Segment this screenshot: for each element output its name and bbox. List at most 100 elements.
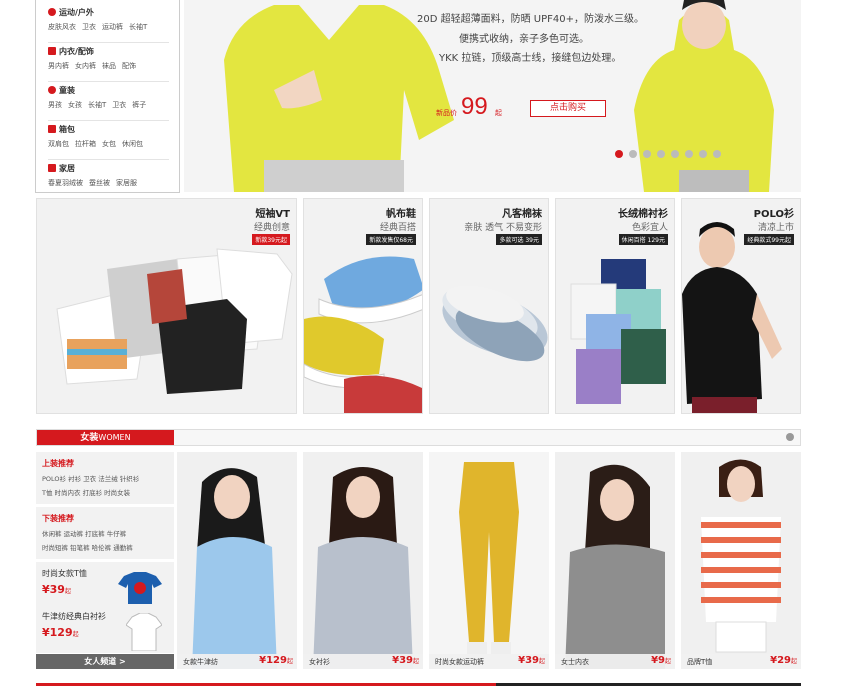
category-link[interactable]: 双肩包: [48, 139, 69, 149]
carousel-dot[interactable]: [713, 150, 721, 158]
carousel-dot[interactable]: [685, 150, 693, 158]
category-link[interactable]: 女包: [102, 139, 116, 149]
card-name[interactable]: 时尚女款运动裤: [435, 657, 484, 667]
underwear-icon: [48, 47, 56, 55]
card-name[interactable]: 女士内衣: [561, 657, 589, 667]
hero-banner[interactable]: 20D 超轻超薄面料，防晒 UPF40+，防泼水三级。 便携式收纳，亲子多色可选…: [184, 0, 801, 192]
category-link[interactable]: 裤子: [132, 100, 146, 110]
carousel-dots: [615, 150, 721, 158]
card-name[interactable]: 女款牛津纺: [183, 657, 218, 667]
card-price: ¥9起: [651, 655, 671, 666]
buy-now-button[interactable]: 点击购买: [530, 100, 606, 117]
carousel-dot[interactable]: [699, 150, 707, 158]
category-link[interactable]: 男内裤: [48, 61, 69, 71]
promo-tshirt[interactable]: 时尚女款T恤 ¥39起: [36, 562, 174, 610]
category-link[interactable]: 休闲包: [122, 139, 143, 149]
product-card-polo[interactable]: POLO衫 清凉上市 经典款式99元起: [681, 198, 801, 414]
card-name[interactable]: 品牌T恤: [687, 657, 712, 667]
white-shirt-thumbnail: [126, 613, 162, 651]
women-channel-button[interactable]: 女人频道 >: [36, 654, 174, 669]
promo-white-shirt[interactable]: 牛津纺经典白衬衫 ¥129起: [36, 605, 174, 653]
product-subtitle: 色彩宜人: [631, 223, 668, 233]
product-subtitle: 亲肤 透气 不易变形: [464, 223, 542, 233]
category-link[interactable]: 女内裤: [75, 61, 96, 71]
child-yellow-jacket-image: [624, 0, 784, 192]
category-title[interactable]: 运动/户外: [48, 6, 169, 18]
category-title[interactable]: 箱包: [48, 123, 169, 135]
category-link[interactable]: 卫衣: [82, 22, 96, 32]
carousel-dot[interactable]: [657, 150, 665, 158]
category-title[interactable]: 家居: [48, 162, 169, 174]
category-link[interactable]: 男孩: [48, 100, 62, 110]
women-side-panel: 上装推荐 POLO衫 衬衫 卫衣 法兰绒 针织衫 T恤 时尚内衣 打底衫 时尚女…: [36, 452, 174, 669]
carousel-dot[interactable]: [671, 150, 679, 158]
category-underwear[interactable]: 内衣/配饰 男内裤 女内裤 袜品 配饰: [48, 43, 169, 82]
model-grey-shirt-image: [303, 452, 423, 669]
carousel-dot[interactable]: [629, 150, 637, 158]
product-title[interactable]: 凡客棉袜: [502, 205, 542, 220]
product-title[interactable]: POLO衫: [754, 205, 794, 220]
category-link[interactable]: 卫衣: [112, 100, 126, 110]
more-icon[interactable]: [786, 433, 794, 441]
card-caption: 女款牛津纺 ¥129起: [177, 654, 297, 669]
category-menu: 运动/户外 皮肤风衣 卫衣 运动裤 长袖T 内衣/配饰 男内裤 女内裤 袜品 配…: [35, 0, 180, 193]
category-link[interactable]: 长袖T: [88, 100, 106, 110]
women-section-label[interactable]: 女装WOMEN: [37, 430, 174, 445]
product-tag: 休闲百搭 129元: [618, 234, 668, 245]
top-recommend-links[interactable]: POLO衫 衬衫 卫衣 法兰绒 针织衫: [42, 473, 174, 483]
category-link[interactable]: 皮肤风衣: [48, 22, 76, 32]
home-icon: [48, 164, 56, 172]
top-recommend-title[interactable]: 上装推荐: [42, 458, 174, 469]
product-subtitle: 经典百搭: [379, 223, 416, 233]
women-product-card[interactable]: 品牌T恤 ¥29起: [681, 452, 801, 669]
women-product-card[interactable]: 女士内衣 ¥9起: [555, 452, 675, 669]
product-card-socks[interactable]: 凡客棉袜 亲肤 透气 不易变形 多款可选 39元: [429, 198, 549, 414]
bottom-recommend-links[interactable]: 休闲裤 运动裤 打底裤 牛仔裤: [42, 528, 174, 538]
category-title[interactable]: 童装: [48, 84, 169, 96]
product-card-tshirt[interactable]: 短袖VT 经典创意 新款39元起: [36, 198, 297, 414]
product-title[interactable]: 短袖VT: [255, 205, 290, 220]
model-blue-shirt-image: [177, 452, 297, 669]
category-bags[interactable]: 箱包 双肩包 拉杆箱 女包 休闲包: [48, 121, 169, 160]
category-link[interactable]: 袜品: [102, 61, 116, 71]
banner-price: 99: [461, 93, 488, 120]
product-subtitle: 清凉上市: [757, 223, 794, 233]
category-link[interactable]: 长袖T: [129, 22, 147, 32]
women-product-card[interactable]: 时尚女款运动裤 ¥39起: [429, 452, 549, 669]
women-product-card[interactable]: 女款牛津纺 ¥129起: [177, 452, 297, 669]
bottom-recommend-block: 下装推荐 休闲裤 运动裤 打底裤 牛仔裤 时尚短裤 铅笔裤 哈伦裤 通勤裤: [36, 507, 174, 559]
category-home[interactable]: 家居 春夏羽绒被 蚕丝被 家居服: [48, 160, 169, 199]
category-link[interactable]: 春夏羽绒被: [48, 178, 83, 188]
category-link[interactable]: 蚕丝被: [89, 178, 110, 188]
card-price: ¥29起: [770, 655, 797, 666]
category-link[interactable]: 配饰: [122, 61, 136, 71]
category-link[interactable]: 运动裤: [102, 22, 123, 32]
card-price: ¥129起: [259, 655, 293, 666]
product-tag: 多款可选 39元: [496, 234, 542, 245]
bottom-recommend-links[interactable]: 时尚短裤 铅笔裤 哈伦裤 通勤裤: [42, 542, 174, 552]
category-kids[interactable]: 童装 男孩 女孩 长袖T 卫衣 裤子: [48, 82, 169, 121]
carousel-dot[interactable]: [615, 150, 623, 158]
top-recommend-links[interactable]: T恤 时尚内衣 打底衫 时尚女装: [42, 487, 174, 497]
bag-icon: [48, 125, 56, 133]
yellow-pants-image: [429, 452, 549, 669]
category-title[interactable]: 内衣/配饰: [48, 45, 169, 57]
women-product-card[interactable]: 女衬衫 ¥39起: [303, 452, 423, 669]
product-title[interactable]: 长绒棉衬衫: [618, 205, 668, 220]
bottom-recommend-title[interactable]: 下装推荐: [42, 513, 174, 524]
model-striped-tshirt-image: [681, 452, 801, 669]
category-link[interactable]: 女孩: [68, 100, 82, 110]
banner-text-line: 便携式收纳，亲子多色可选。: [459, 34, 589, 45]
category-link[interactable]: 家居服: [116, 178, 137, 188]
category-sports[interactable]: 运动/户外 皮肤风衣 卫衣 运动裤 长袖T: [48, 4, 169, 43]
model-yellow-jacket-image: [204, 0, 454, 192]
banner-text-line: YKK 拉链，顶级高士线，接缝包边处理。: [439, 53, 622, 64]
card-caption: 时尚女款运动裤 ¥39起: [429, 654, 549, 669]
product-card-canvas-shoes[interactable]: 帆布鞋 经典百搭 新款发售仅68元: [303, 198, 423, 414]
product-title[interactable]: 帆布鞋: [386, 205, 416, 220]
card-name[interactable]: 女衬衫: [309, 657, 330, 667]
product-card-shirts[interactable]: 长绒棉衬衫 色彩宜人 休闲百搭 129元: [555, 198, 675, 414]
product-tag: 经典款式99元起: [744, 234, 794, 245]
carousel-dot[interactable]: [643, 150, 651, 158]
category-link[interactable]: 拉杆箱: [75, 139, 96, 149]
